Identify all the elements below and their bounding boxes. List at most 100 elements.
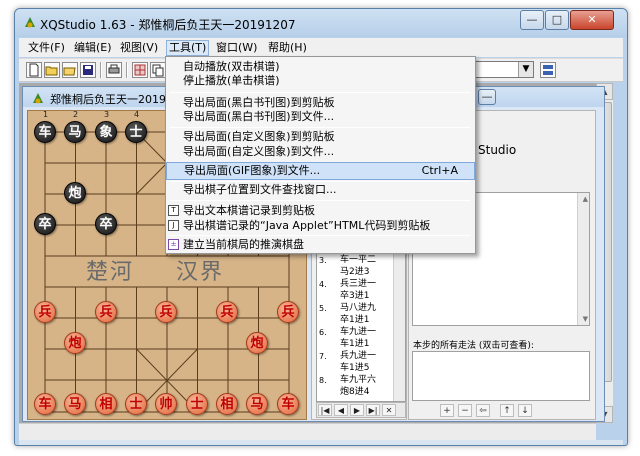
shortcut-label: Ctrl+A bbox=[421, 164, 458, 177]
menu-help[interactable]: 帮助(H) bbox=[266, 40, 309, 56]
maximize-button[interactable]: □ bbox=[545, 10, 569, 30]
red-soldier[interactable]: 兵 bbox=[95, 301, 117, 323]
black-horse[interactable]: 马 bbox=[64, 121, 86, 143]
move-red[interactable]: 车九进一 bbox=[340, 327, 376, 338]
black-advisor[interactable]: 士 bbox=[125, 121, 147, 143]
move-red[interactable]: 车九平六 bbox=[340, 375, 376, 386]
move-black[interactable]: 炮8进4 bbox=[340, 387, 369, 398]
save-icon[interactable] bbox=[80, 62, 96, 78]
menu-tools[interactable]: 工具(T) bbox=[166, 40, 210, 56]
layout-icon[interactable] bbox=[540, 62, 556, 78]
red-chariot[interactable]: 车 bbox=[277, 393, 299, 415]
last-move-icon[interactable]: ▶| bbox=[366, 404, 380, 416]
move-down-icon[interactable]: ↓ bbox=[518, 404, 532, 417]
move-number: 7. bbox=[319, 352, 327, 361]
red-horse[interactable]: 马 bbox=[64, 393, 86, 415]
open-folder-icon[interactable] bbox=[62, 62, 78, 78]
move-up-icon[interactable]: ↑ bbox=[500, 404, 514, 417]
red-elephant[interactable]: 相 bbox=[95, 393, 117, 415]
red-advisor[interactable]: 士 bbox=[186, 393, 208, 415]
chevron-down-icon[interactable]: ▼ bbox=[518, 62, 533, 77]
black-soldier[interactable]: 卒 bbox=[95, 213, 117, 235]
black-chariot[interactable]: 车 bbox=[34, 121, 56, 143]
new-file-icon[interactable] bbox=[26, 62, 42, 78]
add-variation-button[interactable]: + bbox=[440, 404, 454, 417]
prev-move-icon[interactable]: ◀ bbox=[334, 404, 348, 416]
next-move-icon[interactable]: ▶ bbox=[350, 404, 364, 416]
move-red[interactable]: 马八进九 bbox=[340, 303, 376, 314]
menu-separator bbox=[170, 92, 470, 93]
back-icon[interactable]: ⇦ bbox=[476, 404, 490, 417]
menu-item-analysis-board[interactable]: ± 建立当前棋局的推演棋盘 bbox=[166, 236, 475, 254]
red-cannon[interactable]: 炮 bbox=[246, 332, 268, 354]
move-black[interactable]: 卒3进1 bbox=[340, 291, 369, 302]
child-minimize-button[interactable]: — bbox=[478, 89, 496, 105]
game-window-icon bbox=[30, 90, 46, 106]
red-soldier[interactable]: 兵 bbox=[277, 301, 299, 323]
move-black[interactable]: 车1进1 bbox=[340, 339, 369, 350]
close-button[interactable]: ✕ bbox=[570, 10, 614, 30]
move-black[interactable]: 卒1进1 bbox=[340, 315, 369, 326]
file-number: 1 bbox=[43, 110, 49, 119]
move-number: 8. bbox=[319, 376, 327, 385]
window-title: XQStudio 1.63 - 郑惟桐后负王天一20191207 bbox=[40, 18, 296, 32]
copy-icon[interactable] bbox=[150, 62, 166, 78]
main-horizontal-scrollbar[interactable] bbox=[19, 423, 596, 440]
remove-variation-button[interactable]: − bbox=[458, 404, 472, 417]
red-chariot[interactable]: 车 bbox=[34, 393, 56, 415]
menu-window[interactable]: 窗口(W) bbox=[214, 40, 259, 56]
text-record-icon: T bbox=[168, 205, 179, 216]
menu-item-export-bw-file[interactable]: 导出局面(黑白书刊图)到文件... bbox=[166, 108, 475, 126]
minimize-button[interactable]: — bbox=[520, 10, 544, 30]
menu-item-export-custom-file[interactable]: 导出局面(自定义图象)到文件... bbox=[166, 143, 475, 161]
red-advisor[interactable]: 士 bbox=[125, 393, 147, 415]
black-soldier[interactable]: 卒 bbox=[34, 213, 56, 235]
move-list-scrollbar[interactable] bbox=[393, 253, 405, 401]
file-number: 3 bbox=[104, 110, 110, 119]
move-black[interactable]: 马2进3 bbox=[340, 267, 369, 278]
file-number: 2 bbox=[73, 110, 79, 119]
comment-scrollbar[interactable] bbox=[577, 193, 589, 325]
menu-item-export-gif[interactable]: 导出局面(GIF图象)到文件... Ctrl+A bbox=[166, 162, 475, 180]
move-red[interactable]: 兵九进一 bbox=[340, 351, 376, 362]
move-red[interactable]: 车一平二 bbox=[340, 255, 376, 266]
red-general[interactable]: 帅 bbox=[155, 393, 177, 415]
menu-item-export-java-applet[interactable]: J 导出棋谱记录的“Java Applet”HTML代码到剪贴板 bbox=[166, 217, 475, 235]
red-horse[interactable]: 马 bbox=[246, 393, 268, 415]
red-soldier[interactable]: 兵 bbox=[155, 301, 177, 323]
all-moves-label: 本步的所有走法 (双击可查看): bbox=[413, 341, 534, 351]
menu-item-stop-play[interactable]: 停止播放(单击棋谱) bbox=[166, 72, 475, 90]
move-number: 5. bbox=[319, 304, 327, 313]
toolbar-separator bbox=[100, 62, 102, 78]
print-icon[interactable] bbox=[106, 62, 122, 78]
river-label-left: 楚河 bbox=[86, 260, 135, 285]
black-elephant[interactable]: 象 bbox=[95, 121, 117, 143]
move-red[interactable]: 兵三进一 bbox=[340, 279, 376, 290]
menu-file[interactable]: 文件(F) bbox=[26, 40, 67, 56]
app-icon bbox=[22, 14, 38, 30]
red-soldier[interactable]: 兵 bbox=[216, 301, 238, 323]
first-move-icon[interactable]: |◀ bbox=[318, 404, 332, 416]
analysis-board-icon: ± bbox=[168, 239, 179, 250]
menu-view[interactable]: 视图(V) bbox=[118, 40, 160, 56]
all-moves-list[interactable] bbox=[412, 351, 590, 401]
red-cannon[interactable]: 炮 bbox=[64, 332, 86, 354]
red-elephant[interactable]: 相 bbox=[216, 393, 238, 415]
move-number: 4. bbox=[319, 280, 327, 289]
move-number: 6. bbox=[319, 328, 327, 337]
delete-move-icon[interactable]: ✕ bbox=[382, 404, 396, 416]
app-root: XQStudio 1.63 - 郑惟桐后负王天一20191207 — □ ✕ 文… bbox=[0, 0, 640, 456]
board-icon[interactable] bbox=[132, 62, 148, 78]
black-cannon[interactable]: 炮 bbox=[64, 182, 86, 204]
game-window-title: 郑惟桐后负王天一2019 bbox=[50, 93, 166, 106]
menu-edit[interactable]: 编辑(E) bbox=[72, 40, 114, 56]
toolbar-dropdown[interactable]: ▼ bbox=[472, 61, 534, 78]
scroll-down-icon[interactable]: ▼ bbox=[583, 315, 588, 323]
move-black[interactable]: 车1进5 bbox=[340, 363, 369, 374]
river-label-right: 汉界 bbox=[176, 260, 225, 285]
toolbar-separator bbox=[126, 62, 128, 78]
scroll-up-icon[interactable]: ▲ bbox=[583, 195, 588, 203]
open-file-icon[interactable] bbox=[44, 62, 60, 78]
red-soldier[interactable]: 兵 bbox=[34, 301, 56, 323]
menu-item-export-positions[interactable]: 导出棋子位置到文件查找窗口... bbox=[166, 181, 475, 199]
